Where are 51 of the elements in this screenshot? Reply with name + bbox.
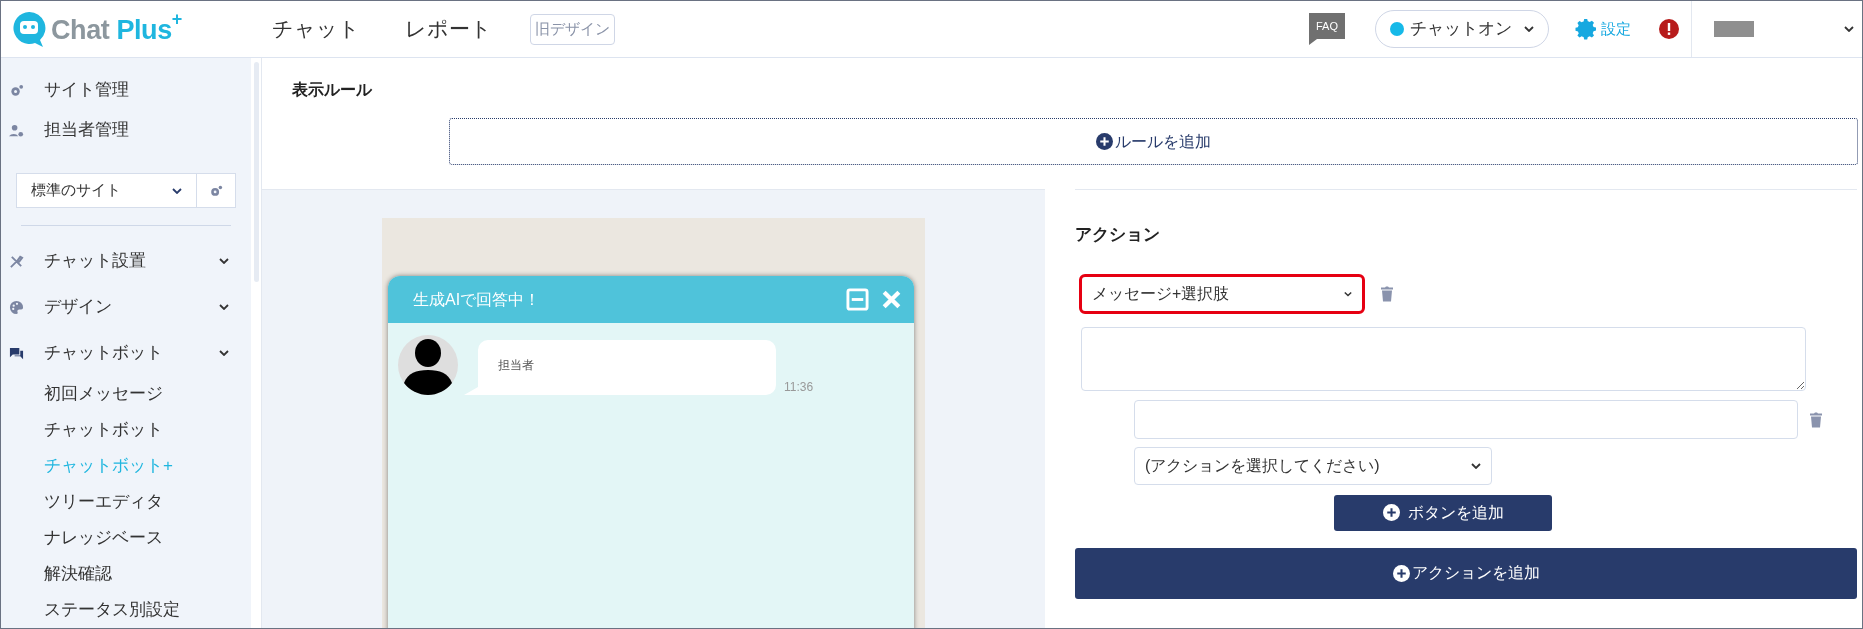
tools-icon bbox=[9, 253, 24, 269]
sidebar-subitem[interactable]: ナレッジベース bbox=[1, 520, 251, 556]
sidebar-item[interactable]: サイト管理 bbox=[1, 70, 251, 110]
nav-link[interactable]: チャット bbox=[271, 13, 360, 45]
faq-button[interactable]: FAQ bbox=[1309, 13, 1345, 45]
avatar-silhouette-icon bbox=[398, 335, 458, 395]
plus-circle-icon bbox=[1096, 133, 1113, 150]
trash-icon[interactable] bbox=[1809, 410, 1823, 428]
chat-bubbles-icon bbox=[9, 345, 24, 361]
gear-icon bbox=[1575, 17, 1599, 41]
section-title: アクション bbox=[1075, 224, 1161, 246]
chevron-down-icon bbox=[219, 258, 229, 264]
sidebar-item[interactable]: デザイン bbox=[1, 284, 251, 330]
trash-icon[interactable] bbox=[1380, 285, 1394, 302]
message-time: 11:36 bbox=[784, 381, 814, 393]
chevron-down-icon bbox=[1524, 26, 1534, 32]
add-action-button[interactable]: アクションを追加 bbox=[1075, 547, 1857, 599]
chevron-down-icon bbox=[219, 304, 229, 310]
section-title: 表示ルール bbox=[292, 80, 373, 100]
choice-action-select[interactable]: (アクションを選択してください) bbox=[1134, 446, 1492, 485]
chevron-down-icon bbox=[219, 350, 229, 356]
alert-icon[interactable] bbox=[1659, 19, 1679, 39]
chevron-down-icon bbox=[172, 187, 182, 194]
chevron-down-icon bbox=[1344, 290, 1352, 297]
add-choice-button[interactable]: ボタンを追加 bbox=[1334, 494, 1552, 531]
sidebar-subitem[interactable]: チャットボット bbox=[1, 412, 251, 448]
chat-title: 生成AIで回答中！ bbox=[413, 289, 542, 310]
account-name-placeholder bbox=[1714, 21, 1754, 37]
sidebar-subitem[interactable]: ツリーエディタ bbox=[1, 484, 251, 520]
sidebar-subitem[interactable]: 初回メッセージ bbox=[1, 376, 251, 412]
choice-input[interactable] bbox=[1134, 399, 1798, 439]
message-textarea[interactable] bbox=[1081, 326, 1806, 391]
person-gear-icon bbox=[9, 122, 24, 138]
minimize-icon[interactable] bbox=[846, 288, 869, 311]
sidebar-item[interactable]: 担当者管理 bbox=[1, 110, 251, 150]
plus-circle-icon bbox=[1382, 504, 1400, 521]
sidebar-subitem[interactable]: ステータス別設定 bbox=[1, 592, 251, 628]
sidebar-item[interactable]: チャット設置 bbox=[1, 238, 251, 284]
sender-name: 担当者 bbox=[498, 358, 534, 372]
plus-circle-icon bbox=[1392, 564, 1410, 582]
gear-icon bbox=[209, 183, 223, 198]
action-type-select[interactable]: メッセージ+選択肢 bbox=[1079, 273, 1365, 314]
sidebar-item[interactable]: チャットボット bbox=[1, 330, 251, 376]
palette-icon bbox=[9, 299, 24, 315]
gear-icon bbox=[9, 82, 24, 98]
chevron-down-icon bbox=[1471, 462, 1481, 469]
sidebar-subitem[interactable]: 解決確認 bbox=[1, 556, 251, 592]
nav-link[interactable]: レポート bbox=[404, 13, 492, 45]
scrollbar-thumb[interactable] bbox=[253, 62, 259, 282]
close-icon[interactable] bbox=[881, 289, 902, 310]
chevron-down-icon bbox=[1844, 26, 1854, 32]
